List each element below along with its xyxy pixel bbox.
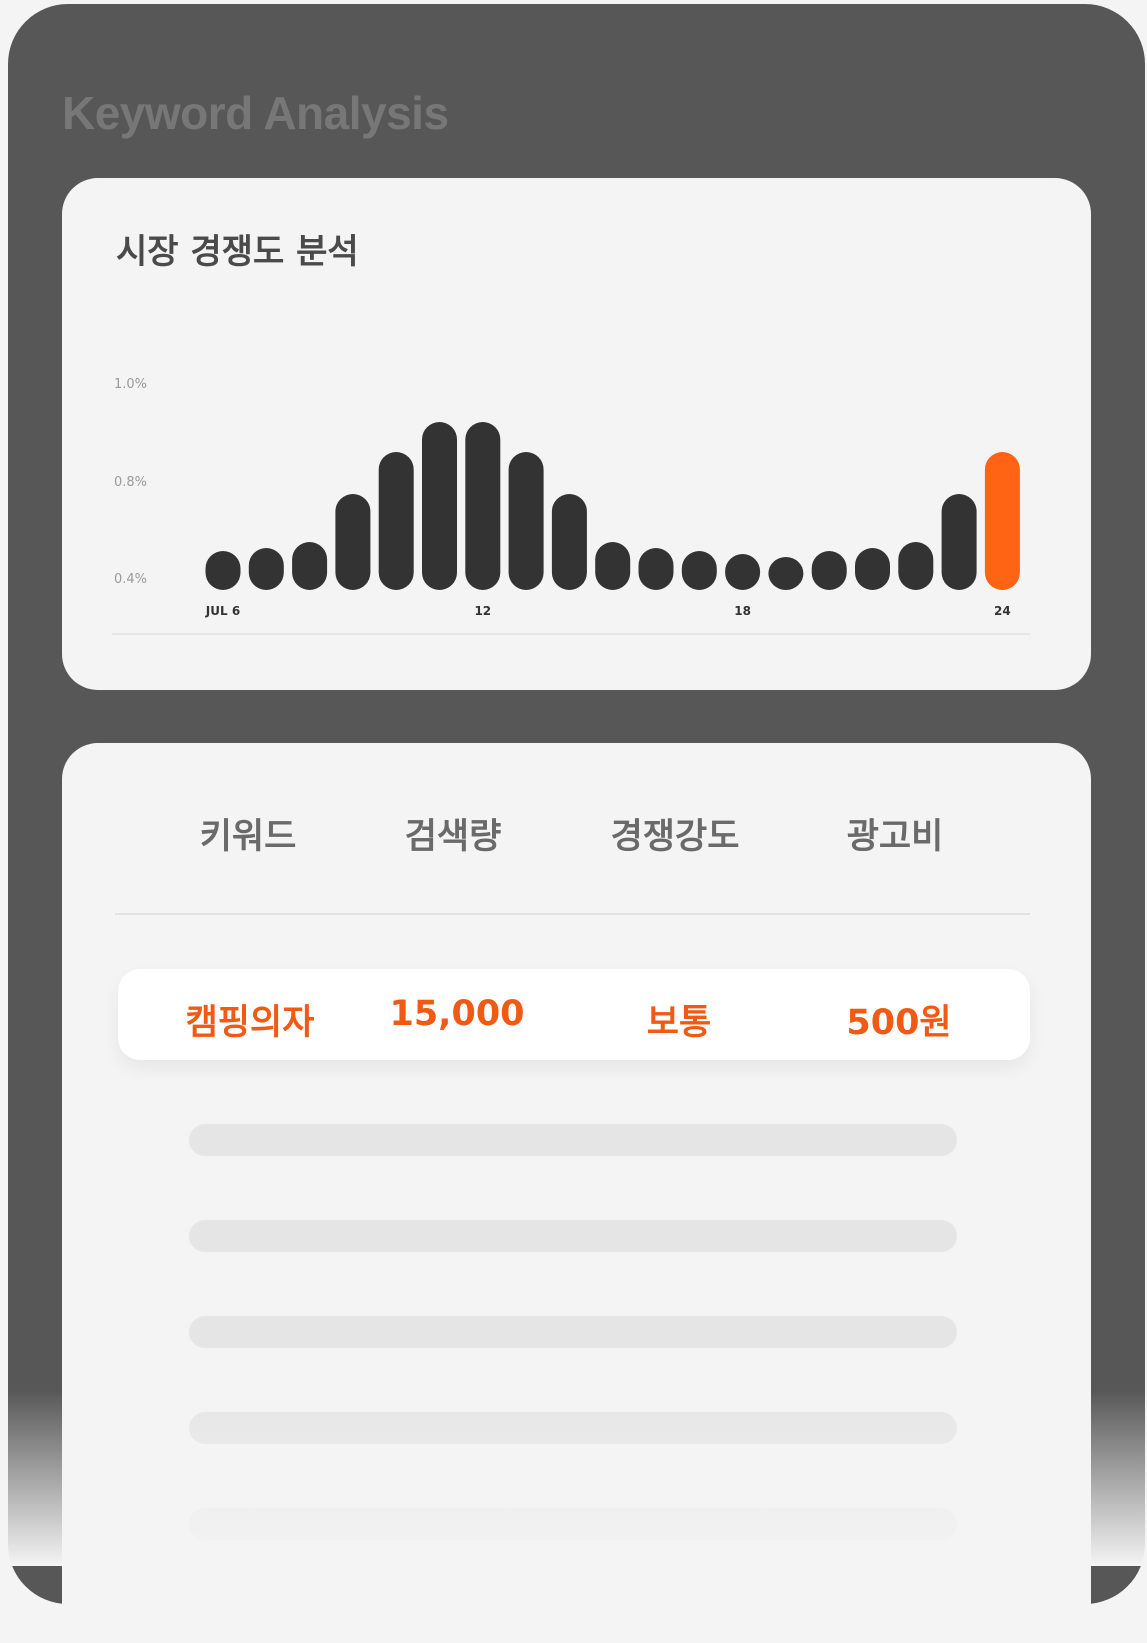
y-tick-label: 0.4% — [114, 572, 147, 587]
cell-competition: 보통 — [646, 1003, 712, 1043]
bar — [508, 452, 544, 590]
bar — [205, 551, 241, 590]
cell-keyword: 캠핑의자 — [185, 1003, 315, 1043]
header-keyword: 키워드 — [199, 817, 297, 857]
competition-bar-chart: 1.0% 0.8% 0.4% JUL 6 12 18 24 — [112, 377, 1030, 635]
bar — [595, 542, 631, 590]
x-tick-label: 12 — [474, 604, 491, 618]
bottom-fade-overlay — [0, 1390, 1147, 1566]
bar — [855, 548, 890, 590]
bar — [941, 494, 977, 590]
bar — [681, 551, 717, 590]
bar — [378, 452, 414, 590]
app-title: Keyword Analysis — [62, 87, 449, 139]
bar — [898, 542, 934, 590]
bar — [422, 422, 457, 590]
header-search-volume: 검색량 — [404, 817, 502, 857]
bar — [292, 542, 328, 590]
bar — [465, 422, 501, 590]
header-competition: 경쟁강도 — [610, 817, 740, 857]
bar — [725, 554, 761, 590]
market-competition-card: 시장 경쟁도 분석 1.0% 0.8% 0.4% JUL 6 12 18 24 — [62, 178, 1091, 690]
loading-placeholder-row — [189, 1316, 957, 1348]
cell-search-volume: 15,000 — [389, 994, 525, 1034]
cell-ad-cost: 500원 — [846, 1003, 952, 1043]
x-tick-label: 18 — [734, 604, 751, 618]
bar-highlight — [984, 452, 1020, 590]
bar — [551, 494, 587, 590]
header-ad-cost: 광고비 — [846, 817, 944, 857]
loading-placeholder-row — [189, 1220, 957, 1252]
bar — [768, 557, 804, 590]
bar — [335, 494, 371, 590]
bar — [811, 551, 847, 590]
bar — [638, 548, 674, 590]
bar — [248, 548, 284, 590]
y-tick-label: 0.8% — [114, 475, 147, 490]
x-tick-label: JUL 6 — [205, 604, 240, 618]
x-tick-label: 24 — [994, 604, 1011, 618]
y-tick-label: 1.0% — [114, 377, 147, 392]
table-header-divider — [115, 913, 1030, 915]
loading-placeholder-row — [189, 1124, 957, 1156]
